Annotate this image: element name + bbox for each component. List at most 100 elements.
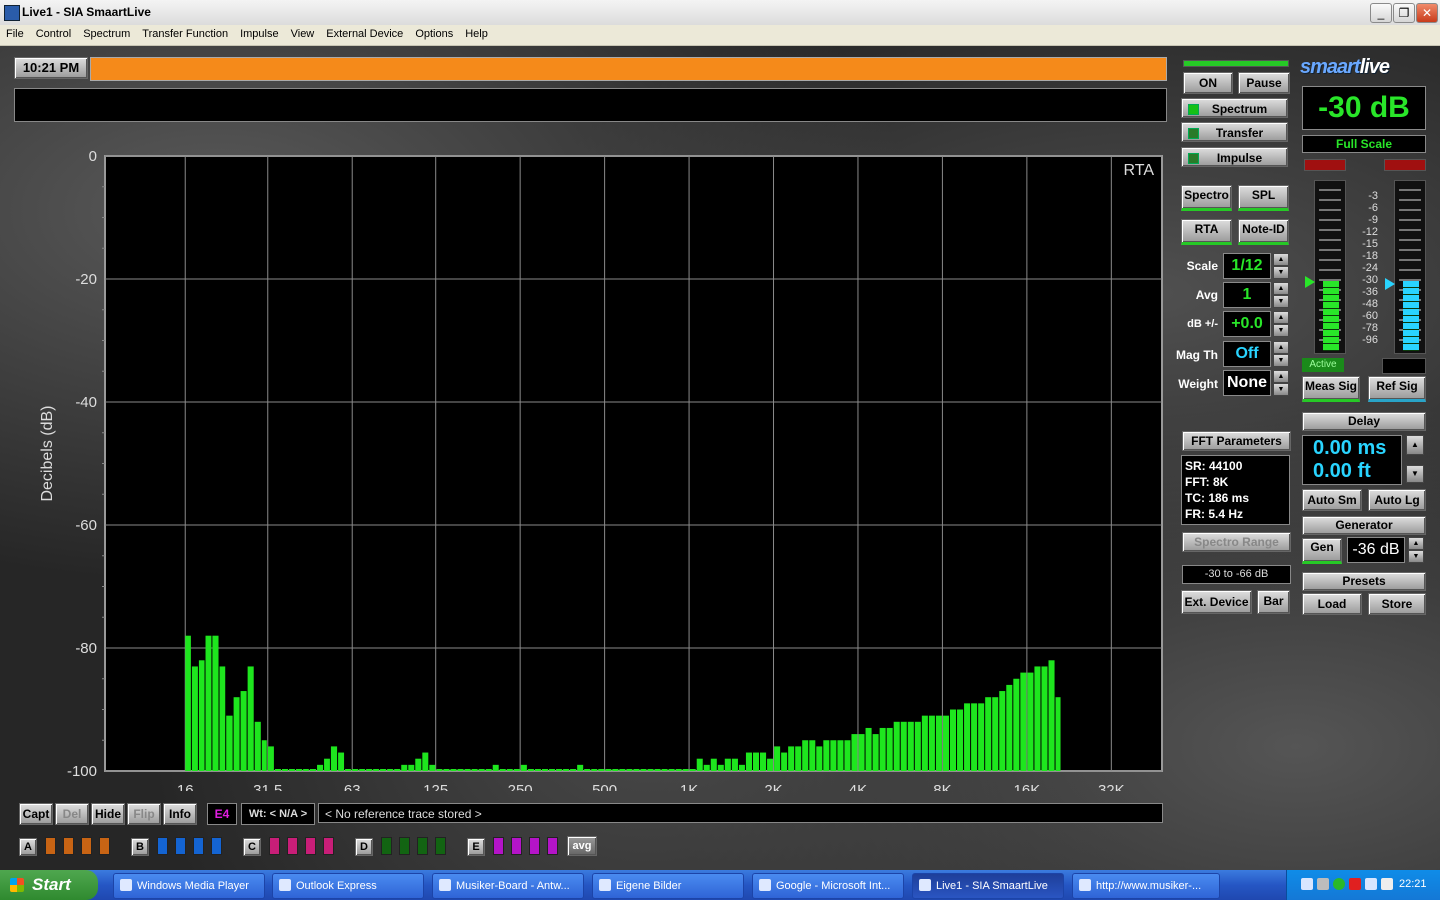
trace-slot-e3[interactable] — [529, 837, 540, 855]
trace-slot-d4[interactable] — [435, 837, 446, 855]
meas-pointer-icon[interactable] — [1305, 276, 1315, 288]
bar-button[interactable]: Bar — [1257, 590, 1290, 614]
spectrum-bar — [682, 769, 689, 771]
ref-pointer-icon[interactable] — [1385, 278, 1395, 290]
menu-help[interactable]: Help — [459, 25, 494, 40]
gen-button[interactable]: Gen — [1302, 538, 1342, 564]
trace-slot-a1[interactable] — [45, 837, 56, 855]
trace-slot-d1[interactable] — [381, 837, 392, 855]
menu-view[interactable]: View — [285, 25, 321, 40]
app-icon — [4, 5, 20, 21]
weight-spinner[interactable]: ▲ ▼ — [1273, 370, 1289, 396]
rta-button[interactable]: RTA — [1181, 219, 1232, 245]
bank-c-button[interactable]: C — [243, 838, 261, 856]
avg-spinner[interactable]: ▲ ▼ — [1273, 282, 1289, 308]
security-icon[interactable] — [1349, 878, 1361, 890]
ext-device-button[interactable]: Ext. Device — [1181, 590, 1252, 614]
bank-a-button[interactable]: A — [19, 838, 37, 856]
trace-slot-c3[interactable] — [305, 837, 316, 855]
clock-display: 10:21 PM — [14, 57, 88, 79]
pause-button[interactable]: Pause — [1238, 72, 1290, 94]
scale-spinner[interactable]: ▲ ▼ — [1273, 253, 1289, 279]
avg-value: 1 — [1223, 282, 1271, 308]
usb-icon[interactable] — [1317, 878, 1329, 890]
trace-slot-e4[interactable] — [547, 837, 558, 855]
restore-button[interactable]: ❐ — [1393, 3, 1415, 23]
meter-segment — [1319, 199, 1341, 201]
fft-parameters-title[interactable]: FFT Parameters — [1182, 431, 1291, 451]
trace-slot-b2[interactable] — [175, 837, 186, 855]
spectrum-bar — [1006, 684, 1013, 771]
average-button[interactable]: avg — [567, 836, 597, 856]
task-windows-media-player[interactable]: Windows Media Player — [113, 873, 265, 899]
volume-icon[interactable] — [1381, 878, 1393, 890]
spectrum-button[interactable]: Spectrum — [1181, 98, 1288, 118]
info-button[interactable]: Info — [163, 803, 197, 825]
spectrum-bar — [759, 752, 767, 771]
trace-slot-d3[interactable] — [417, 837, 428, 855]
task-outlook-express[interactable]: Outlook Express — [272, 873, 424, 899]
delay-spinner[interactable]: ▲ ▼ — [1406, 435, 1424, 483]
menu-options[interactable]: Options — [409, 25, 459, 40]
spectro-button[interactable]: Spectro — [1181, 185, 1232, 211]
menu-spectrum[interactable]: Spectrum — [77, 25, 136, 40]
meas-sig-button[interactable]: Meas Sig — [1302, 376, 1360, 402]
store-button[interactable]: Store — [1368, 593, 1426, 615]
auto-large-button[interactable]: Auto Lg — [1368, 489, 1426, 511]
auto-small-button[interactable]: Auto Sm — [1302, 489, 1362, 511]
magth-spinner[interactable]: ▲ ▼ — [1273, 341, 1289, 367]
db-spinner[interactable]: ▲ ▼ — [1273, 311, 1289, 337]
load-button[interactable]: Load — [1302, 593, 1362, 615]
task-live1-smaartlive[interactable]: Live1 - SIA SmaartLive — [912, 873, 1064, 899]
active-indicator: Active — [1302, 358, 1344, 372]
impulse-button[interactable]: Impulse — [1181, 147, 1288, 167]
task-musiker-board[interactable]: Musiker-Board - Antw... — [432, 873, 584, 899]
bank-b-button[interactable]: B — [131, 838, 149, 856]
trace-slot-a2[interactable] — [63, 837, 74, 855]
bank-e-button[interactable]: E — [467, 838, 485, 856]
trace-slot-a4[interactable] — [99, 837, 110, 855]
noteid-button[interactable]: Note-ID — [1238, 219, 1289, 245]
menu-transfer-function[interactable]: Transfer Function — [136, 25, 234, 40]
spl-button[interactable]: SPL — [1238, 185, 1289, 211]
on-button[interactable]: ON — [1183, 72, 1233, 94]
ref-sig-button[interactable]: Ref Sig — [1368, 376, 1426, 402]
menu-external-device[interactable]: External Device — [320, 25, 409, 40]
menu-file[interactable]: File — [0, 25, 30, 40]
meter-scale-label: -12 — [1362, 226, 1378, 238]
trace-slot-b4[interactable] — [211, 837, 222, 855]
trace-slot-a3[interactable] — [81, 837, 92, 855]
transfer-button[interactable]: Transfer — [1181, 122, 1288, 142]
spectrum-bar — [513, 769, 520, 771]
delete-button[interactable]: Del — [55, 803, 89, 825]
start-button[interactable]: Start — [0, 870, 98, 900]
trace-slot-d2[interactable] — [399, 837, 410, 855]
antivirus-icon[interactable] — [1333, 878, 1345, 890]
close-button[interactable]: ✕ — [1416, 3, 1438, 23]
trace-slot-b3[interactable] — [193, 837, 204, 855]
rta-chart[interactable]: 0 -20 -40 -60 -80 -100 16 31.5 63 125 250 500 1K 2K 4K… — [0, 141, 1170, 791]
task-musiker-url[interactable]: http://www.musiker-... — [1072, 873, 1220, 899]
spectrum-bar — [921, 715, 928, 771]
spectro-range-button[interactable]: Spectro Range — [1182, 532, 1291, 552]
task-eigene-bilder[interactable]: Eigene Bilder — [592, 873, 744, 899]
minimize-button[interactable]: _ — [1370, 3, 1392, 23]
flip-button[interactable]: Flip — [127, 803, 161, 825]
task-google[interactable]: Google - Microsoft Int... — [752, 873, 904, 899]
spectrum-bar — [774, 746, 781, 771]
menu-impulse[interactable]: Impulse — [234, 25, 285, 40]
display-icon[interactable] — [1365, 878, 1377, 890]
network-icon[interactable] — [1301, 878, 1313, 890]
capture-button[interactable]: Capt — [19, 803, 53, 825]
trace-slot-c1[interactable] — [269, 837, 280, 855]
trace-slot-e2[interactable] — [511, 837, 522, 855]
generator-spinner[interactable]: ▲ ▼ — [1408, 537, 1424, 563]
trace-slot-e1[interactable] — [493, 837, 504, 855]
bank-d-button[interactable]: D — [355, 838, 373, 856]
trace-slot-b1[interactable] — [157, 837, 168, 855]
hide-button[interactable]: Hide — [91, 803, 125, 825]
spectrum-bar — [661, 769, 668, 771]
trace-slot-c2[interactable] — [287, 837, 298, 855]
menu-control[interactable]: Control — [30, 25, 77, 40]
trace-slot-c4[interactable] — [323, 837, 334, 855]
